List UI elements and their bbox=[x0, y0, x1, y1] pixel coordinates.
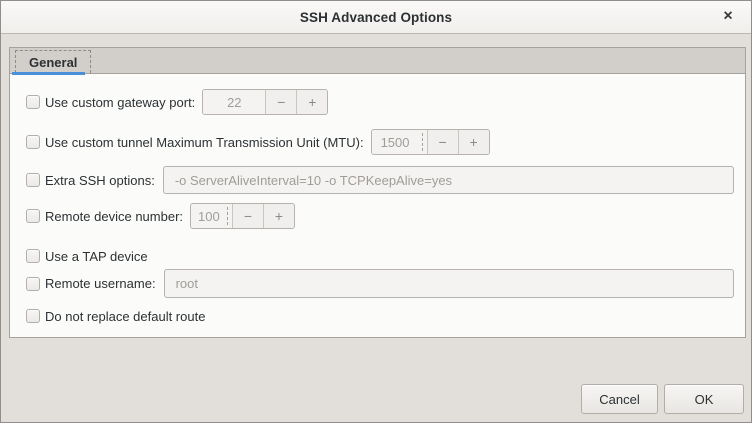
ssh-advanced-options-dialog: { "window": { "title": "SSH Advanced Opt… bbox=[0, 0, 752, 423]
gateway-port-label[interactable]: Use custom gateway port: bbox=[45, 95, 195, 110]
plus-icon[interactable]: + bbox=[263, 204, 294, 228]
default-route-label[interactable]: Do not replace default route bbox=[45, 309, 205, 324]
notebook: General Use custom gateway port: 22 − + … bbox=[9, 47, 746, 338]
gateway-port-checkbox[interactable] bbox=[26, 95, 40, 109]
extra-ssh-options-checkbox[interactable] bbox=[26, 173, 40, 187]
mtu-checkbox[interactable] bbox=[26, 135, 40, 149]
mtu-spinbutton: 1500 − + bbox=[371, 129, 490, 155]
remote-device-number-label[interactable]: Remote device number: bbox=[45, 209, 183, 224]
dialog-action-area: Cancel OK bbox=[581, 384, 744, 414]
remote-username-input[interactable]: root bbox=[164, 269, 734, 298]
minus-icon[interactable]: − bbox=[427, 130, 458, 154]
row-remote-username: Remote username: root bbox=[26, 269, 734, 298]
row-tap-device: Use a TAP device bbox=[26, 243, 734, 269]
gateway-port-spinbutton: 22 − + bbox=[202, 89, 328, 115]
plus-icon[interactable]: + bbox=[296, 90, 327, 114]
active-tab-indicator bbox=[12, 72, 85, 75]
window-title: SSH Advanced Options bbox=[300, 10, 452, 25]
remote-username-checkbox[interactable] bbox=[26, 277, 40, 291]
close-icon[interactable]: × bbox=[718, 9, 738, 25]
tap-device-checkbox[interactable] bbox=[26, 249, 40, 263]
row-gateway-port: Use custom gateway port: 22 − + bbox=[26, 89, 734, 115]
remote-username-label[interactable]: Remote username: bbox=[45, 276, 156, 291]
tab-bar: General bbox=[10, 48, 745, 74]
row-mtu: Use custom tunnel Maximum Transmission U… bbox=[26, 129, 734, 155]
mtu-label[interactable]: Use custom tunnel Maximum Transmission U… bbox=[45, 135, 364, 150]
minus-icon[interactable]: − bbox=[232, 204, 263, 228]
extra-ssh-options-label[interactable]: Extra SSH options: bbox=[45, 173, 155, 188]
default-route-checkbox[interactable] bbox=[26, 309, 40, 323]
tab-content-general: Use custom gateway port: 22 − + Use cust… bbox=[10, 74, 745, 329]
minus-icon[interactable]: − bbox=[265, 90, 296, 114]
row-default-route: Do not replace default route bbox=[26, 303, 734, 329]
extra-ssh-options-input[interactable]: -o ServerAliveInterval=10 -o TCPKeepAliv… bbox=[163, 166, 734, 194]
cancel-button[interactable]: Cancel bbox=[581, 384, 658, 414]
row-extra-ssh-options: Extra SSH options: -o ServerAliveInterva… bbox=[26, 166, 734, 194]
ok-button[interactable]: OK bbox=[664, 384, 744, 414]
tap-device-label[interactable]: Use a TAP device bbox=[45, 249, 148, 264]
gateway-port-value[interactable]: 22 bbox=[203, 90, 265, 114]
row-remote-device-number: Remote device number: 100 − + bbox=[26, 203, 734, 229]
mtu-value[interactable]: 1500 bbox=[372, 130, 427, 154]
remote-device-number-value[interactable]: 100 bbox=[191, 204, 232, 228]
remote-device-number-spinbutton: 100 − + bbox=[190, 203, 295, 229]
titlebar: SSH Advanced Options × bbox=[1, 1, 751, 34]
tab-general[interactable]: General bbox=[15, 50, 91, 73]
remote-device-number-checkbox[interactable] bbox=[26, 209, 40, 223]
plus-icon[interactable]: + bbox=[458, 130, 489, 154]
